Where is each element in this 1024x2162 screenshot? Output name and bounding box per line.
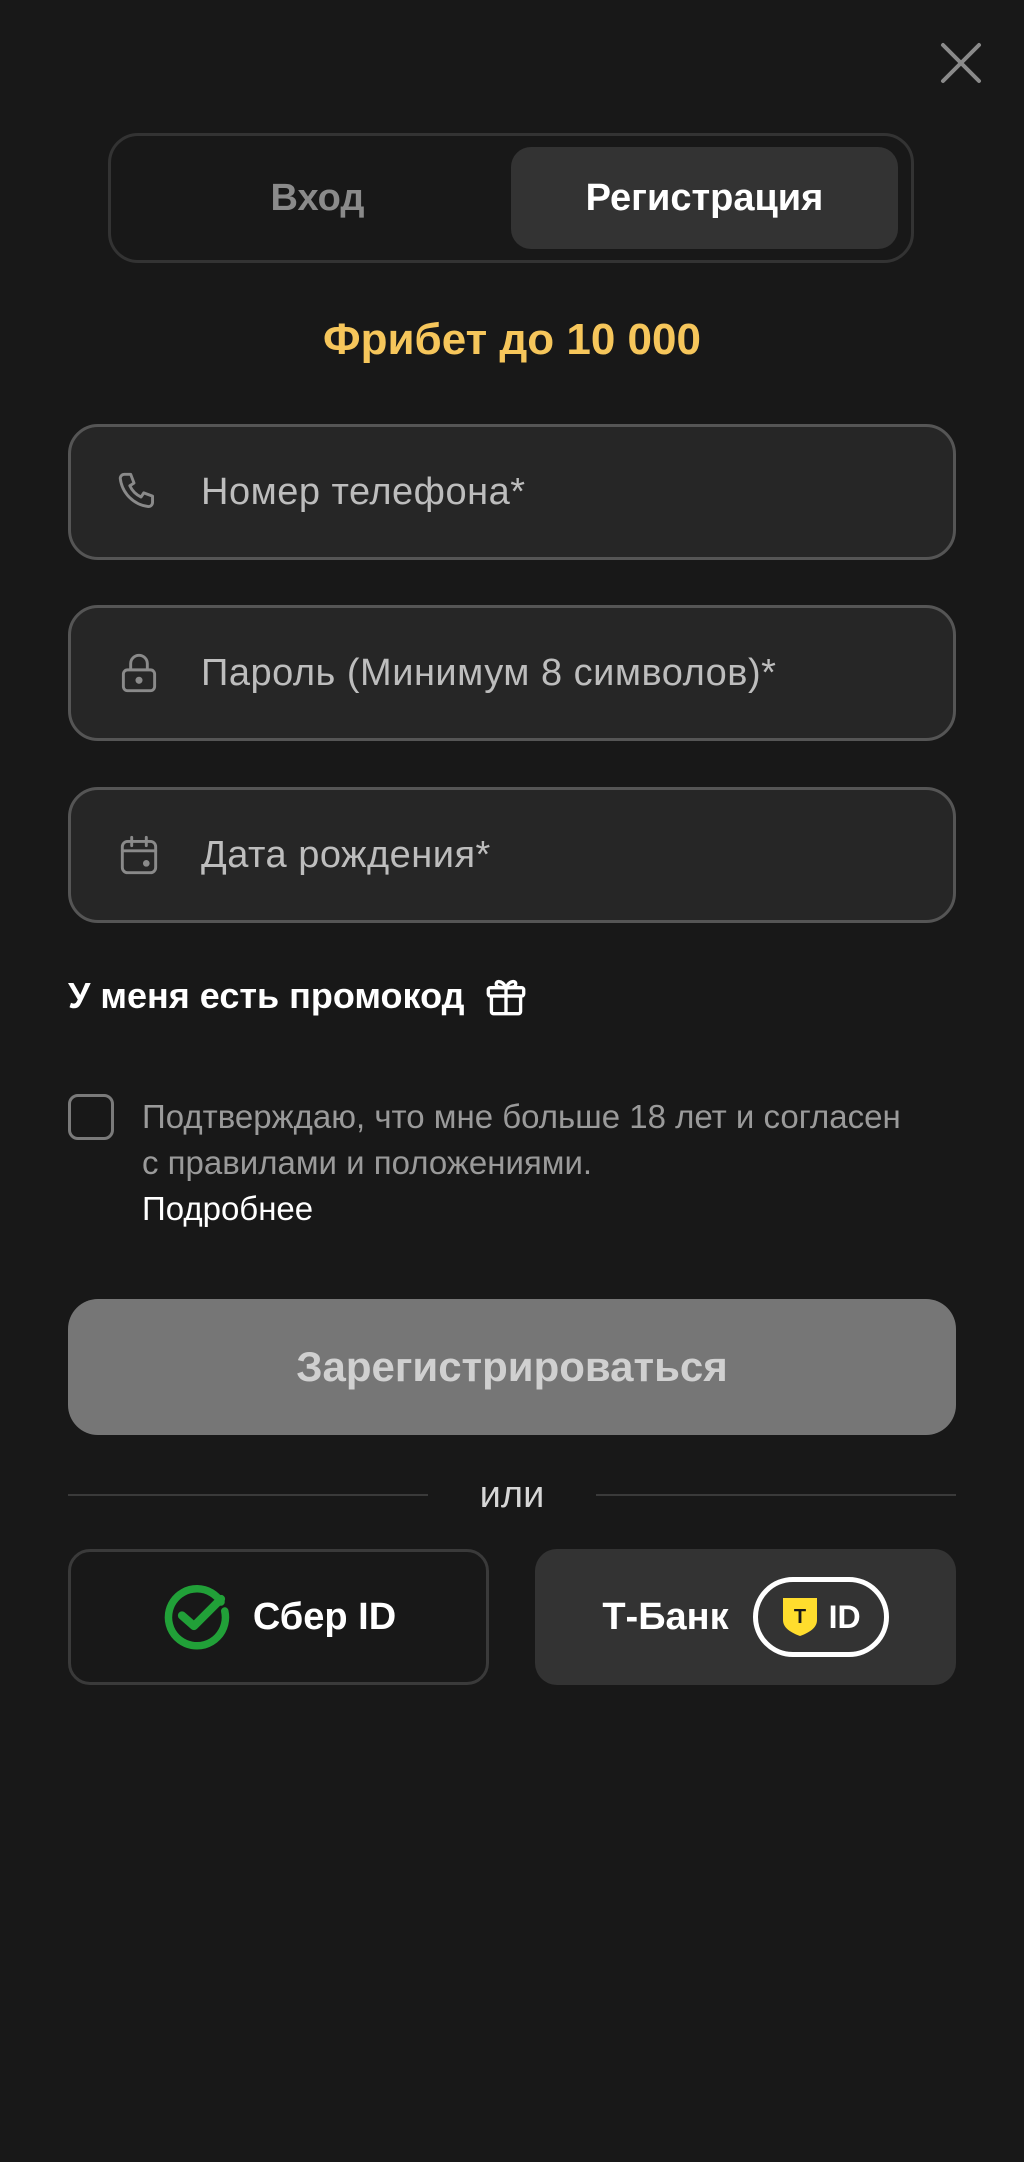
password-placeholder: Пароль (Минимум 8 символов)* xyxy=(201,651,777,694)
freebet-bonus-title: Фрибет до 10 000 xyxy=(323,315,701,364)
phone-placeholder: Номер телефона* xyxy=(201,470,526,513)
calendar-icon xyxy=(113,829,165,881)
age-consent: Подтверждаю, что мне больше 18 лет и сог… xyxy=(68,1094,956,1232)
divider-line-left xyxy=(68,1494,428,1496)
or-divider: или xyxy=(68,1470,956,1520)
birthdate-input[interactable]: Дата рождения* xyxy=(68,787,956,923)
promo-code-toggle[interactable]: У меня есть промокод xyxy=(68,970,532,1022)
tbank-shield-letter: T xyxy=(794,1606,806,1628)
sber-logo-icon xyxy=(164,1585,229,1650)
consent-checkbox[interactable] xyxy=(68,1094,114,1140)
sber-id-button[interactable]: Сбер ID xyxy=(68,1549,489,1685)
tbank-id-button[interactable]: Т-Банк T ID xyxy=(535,1549,956,1685)
tbank-id-text: ID xyxy=(828,1598,861,1635)
phone-icon xyxy=(113,466,165,518)
divider-line-right xyxy=(596,1494,956,1496)
sber-id-label: Сбер ID xyxy=(252,1595,397,1638)
consent-text: Подтверждаю, что мне больше 18 лет и сог… xyxy=(142,1098,901,1181)
consent-details-link[interactable]: Подробнее xyxy=(142,1186,902,1232)
password-input[interactable]: Пароль (Минимум 8 символов)* xyxy=(68,605,956,741)
close-button[interactable] xyxy=(936,38,986,88)
phone-input[interactable]: Номер телефона* xyxy=(68,424,956,560)
birthdate-placeholder: Дата рождения* xyxy=(201,833,491,876)
or-label: или xyxy=(479,1473,545,1516)
close-icon xyxy=(941,43,981,83)
tbank-label: Т-Банк xyxy=(602,1595,729,1638)
register-button[interactable]: Зарегистрироваться xyxy=(68,1299,956,1435)
consent-text-block: Подтверждаю, что мне больше 18 лет и сог… xyxy=(142,1094,902,1232)
tbank-shield-icon: T xyxy=(782,1598,817,1636)
tab-login[interactable]: Вход xyxy=(124,147,511,249)
promo-code-label: У меня есть промокод xyxy=(68,975,465,1016)
gift-icon xyxy=(480,970,532,1022)
tbank-id-badge: T ID xyxy=(752,1577,889,1657)
lock-icon xyxy=(113,647,165,699)
auth-tabs: Вход Регистрация xyxy=(108,133,914,263)
tab-registration[interactable]: Регистрация xyxy=(511,147,898,249)
